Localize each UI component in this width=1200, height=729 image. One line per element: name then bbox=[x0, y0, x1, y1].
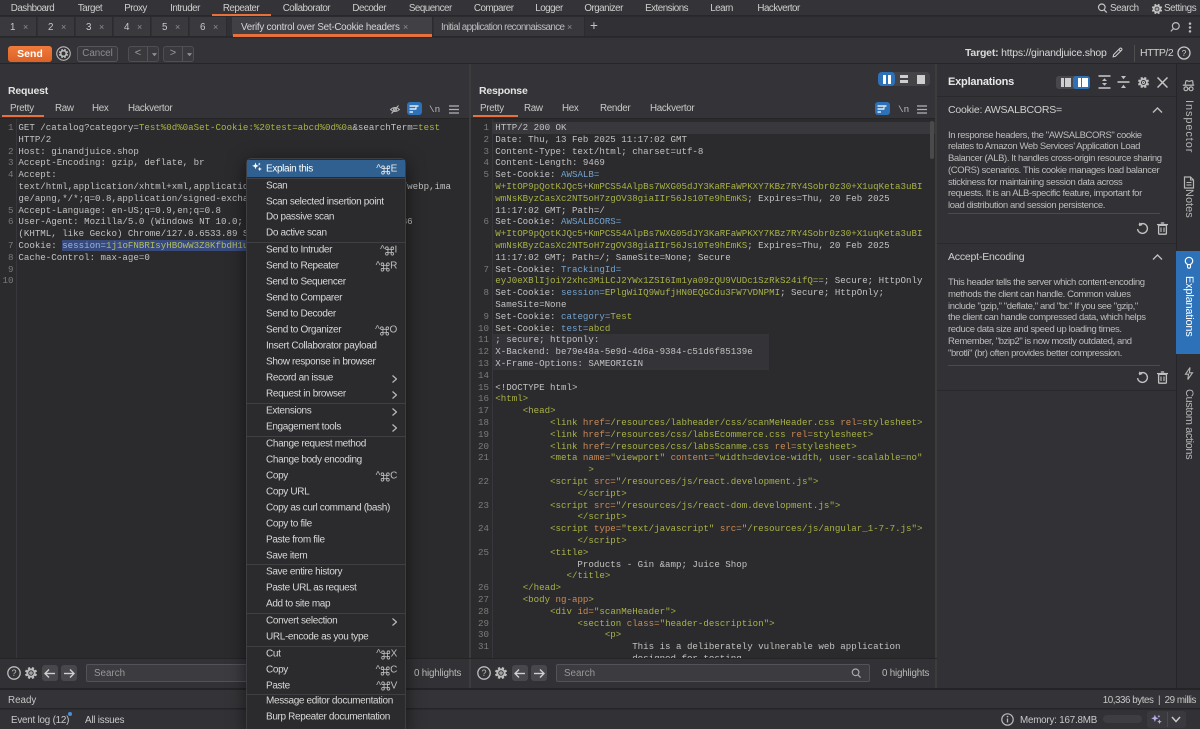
svg-text:?: ? bbox=[481, 668, 486, 678]
svg-text:?: ? bbox=[1182, 48, 1187, 58]
svg-text:?: ? bbox=[11, 668, 16, 678]
